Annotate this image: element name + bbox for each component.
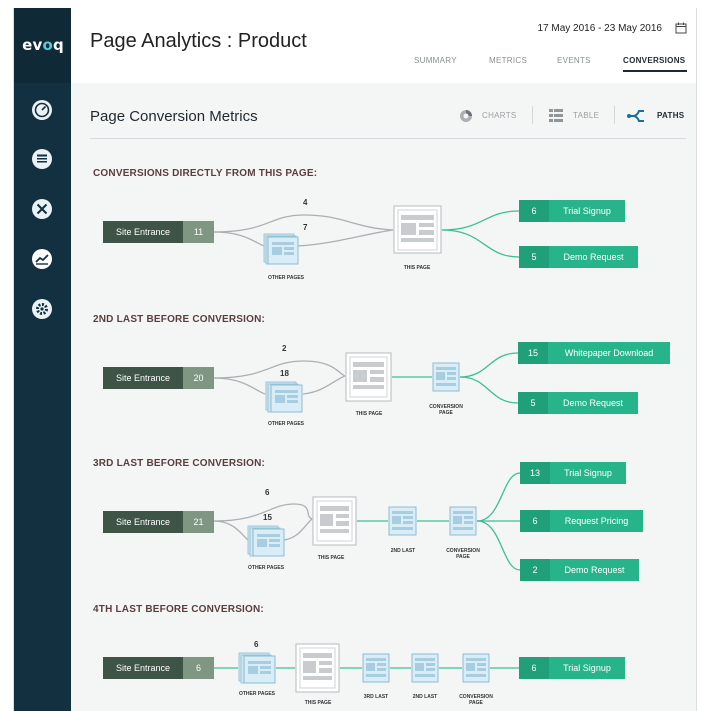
this-page-caption: THIS PAGE xyxy=(355,411,383,417)
this-page-caption: THIS PAGE xyxy=(403,265,431,271)
conversion-count: 15 xyxy=(518,342,548,364)
second-last-page-icon[interactable] xyxy=(388,506,417,536)
direct-count: 2 xyxy=(282,344,287,353)
conversion-label: Demo Request xyxy=(550,559,639,581)
caption-line: PAGE xyxy=(456,554,470,560)
conversion-count: 2 xyxy=(520,559,550,581)
conversion-trial-signup[interactable]: 13 Trial Signup xyxy=(520,462,626,484)
group-title: 2ND LAST BEFORE CONVERSION: xyxy=(93,314,266,325)
site-entrance-label: Site Entrance xyxy=(103,367,183,389)
other-pages-count: 7 xyxy=(303,223,308,232)
this-page-icon[interactable] xyxy=(393,205,442,254)
conversion-label: Demo Request xyxy=(549,246,638,268)
conversion-count: 5 xyxy=(519,246,549,268)
conversion-label: Trial Signup xyxy=(550,462,626,484)
this-page-caption: THIS PAGE xyxy=(304,700,332,706)
third-last-caption: 3RD LAST xyxy=(363,694,389,700)
this-page-icon[interactable] xyxy=(295,643,340,693)
conversion-demo-request[interactable]: 5 Demo Request xyxy=(518,392,638,414)
conversion-trial-signup[interactable]: 6 Trial Signup xyxy=(519,200,625,222)
conversion-label: Trial Signup xyxy=(549,657,625,679)
group-title: 3RD LAST BEFORE CONVERSION: xyxy=(93,458,266,469)
second-last-caption: 2ND LAST xyxy=(390,548,416,554)
second-last-page-icon[interactable] xyxy=(411,653,439,683)
group-title: 4TH LAST BEFORE CONVERSION: xyxy=(93,604,264,615)
other-pages-count: 6 xyxy=(254,640,259,649)
conversion-page-icon[interactable] xyxy=(462,653,490,683)
conversion-count: 5 xyxy=(518,392,548,414)
app-frame: evoq Page Analytics : Product 17 May 201… xyxy=(13,8,697,711)
direct-count: 4 xyxy=(303,198,308,207)
site-entrance-label: Site Entrance xyxy=(103,221,183,243)
conversion-page-icon[interactable] xyxy=(449,506,477,536)
site-entrance-node[interactable]: Site Entrance 6 xyxy=(103,657,214,679)
conversion-label: Whitepaper Download xyxy=(548,342,670,364)
second-last-caption: 2ND LAST xyxy=(412,694,438,700)
third-last-page-icon[interactable] xyxy=(362,653,390,683)
site-entrance-node[interactable]: Site Entrance 11 xyxy=(103,221,214,243)
site-entrance-node[interactable]: Site Entrance 21 xyxy=(103,511,214,533)
conversion-page-icon[interactable] xyxy=(432,362,460,392)
conversion-count: 13 xyxy=(520,462,550,484)
conversion-request-pricing[interactable]: 6 Request Pricing xyxy=(520,510,643,532)
conversion-trial-signup[interactable]: 6 Trial Signup xyxy=(519,657,625,679)
other-pages-count: 15 xyxy=(263,513,272,522)
site-entrance-label: Site Entrance xyxy=(103,511,183,533)
conversion-page-caption: CONVERSION PAGE xyxy=(421,404,471,416)
other-pages-icon[interactable] xyxy=(265,381,303,413)
site-entrance-count: 6 xyxy=(183,657,214,679)
this-page-icon[interactable] xyxy=(312,496,357,546)
caption-line: PAGE xyxy=(469,700,483,706)
site-entrance-count: 11 xyxy=(183,221,214,243)
conversion-label: Trial Signup xyxy=(549,200,625,222)
conversion-count: 6 xyxy=(520,510,550,532)
conversion-label: Request Pricing xyxy=(550,510,643,532)
conversion-page-caption: CONVERSION PAGE xyxy=(438,548,488,560)
group-title: CONVERSIONS DIRECTLY FROM THIS PAGE: xyxy=(93,168,318,179)
this-page-caption: THIS PAGE xyxy=(317,555,345,561)
other-pages-caption: OTHER PAGES xyxy=(267,421,305,427)
other-pages-caption: OTHER PAGES xyxy=(267,275,305,281)
other-pages-caption: OTHER PAGES xyxy=(238,691,276,697)
other-pages-count: 18 xyxy=(280,369,289,378)
site-entrance-count: 20 xyxy=(183,367,214,389)
conversion-demo-request[interactable]: 2 Demo Request xyxy=(520,559,639,581)
other-pages-icon[interactable] xyxy=(263,233,299,265)
this-page-icon[interactable] xyxy=(345,352,392,402)
other-pages-icon[interactable] xyxy=(238,652,276,684)
site-entrance-count: 21 xyxy=(183,511,214,533)
direct-count: 6 xyxy=(265,488,270,497)
other-pages-icon[interactable] xyxy=(247,525,285,557)
conversion-label: Demo Request xyxy=(548,392,638,414)
conversion-count: 6 xyxy=(519,200,549,222)
conversion-page-caption: CONVERSION PAGE xyxy=(451,694,501,706)
conversion-count: 6 xyxy=(519,657,549,679)
conversion-demo-request[interactable]: 5 Demo Request xyxy=(519,246,638,268)
conversion-whitepaper-download[interactable]: 15 Whitepaper Download xyxy=(518,342,670,364)
site-entrance-label: Site Entrance xyxy=(103,657,183,679)
site-entrance-node[interactable]: Site Entrance 20 xyxy=(103,367,214,389)
other-pages-caption: OTHER PAGES xyxy=(248,565,285,571)
caption-line: PAGE xyxy=(439,410,453,416)
